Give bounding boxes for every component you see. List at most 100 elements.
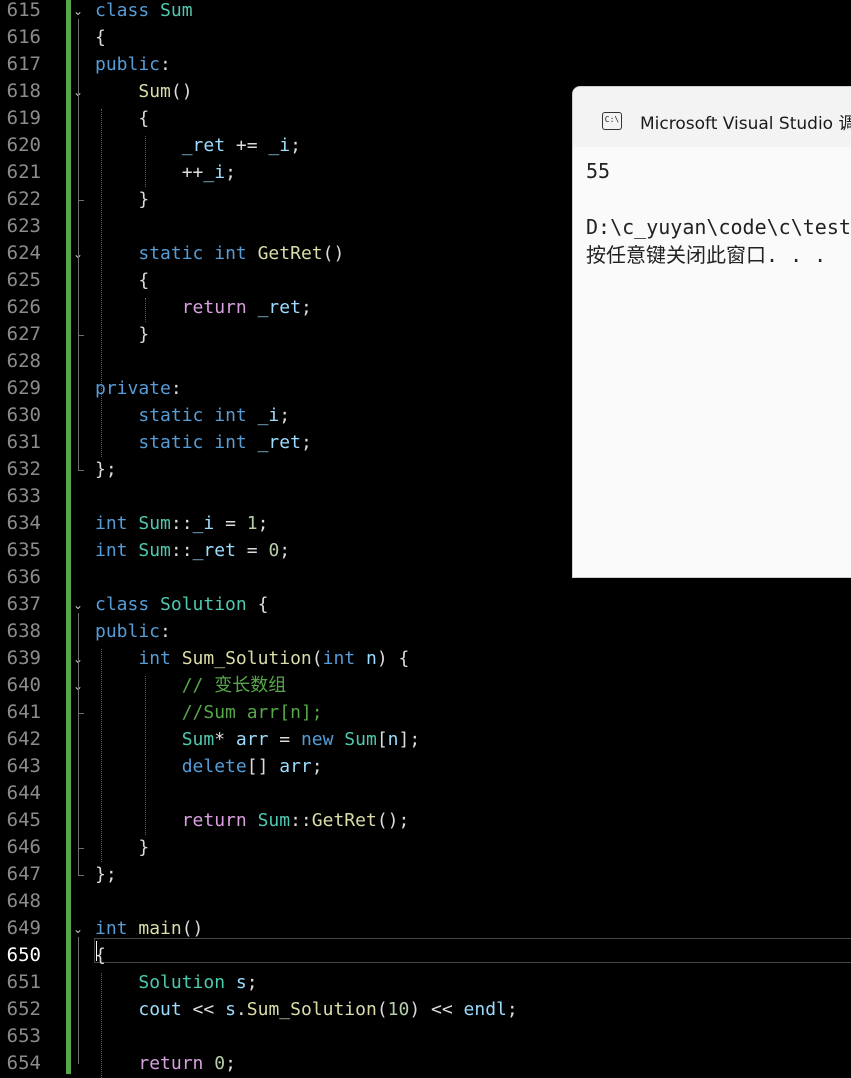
code-token: return xyxy=(181,297,247,318)
code-token: Sum_Solution xyxy=(246,999,377,1020)
debug-console-window[interactable]: C:\ Microsoft Visual Studio 调试控制台 55 D:\… xyxy=(572,86,851,578)
code-line[interactable]: int main() xyxy=(95,915,203,942)
code-line[interactable]: static int _ret; xyxy=(95,429,311,456)
console-output-area[interactable]: 55 D:\c_yuyan\code\c\test\x64\Debug\test… xyxy=(573,147,851,577)
console-output-line: 按任意键关闭此窗口. . . xyxy=(586,243,827,267)
code-token: Sum xyxy=(344,729,377,750)
line-number: 618 xyxy=(6,80,41,102)
line-number: 632 xyxy=(6,458,41,480)
console-title-bar[interactable]: C:\ Microsoft Visual Studio 调试控制台 xyxy=(573,87,851,147)
code-line[interactable]: static int _i; xyxy=(95,402,290,429)
code-token: += xyxy=(225,135,269,156)
fold-region-end xyxy=(78,848,84,849)
code-token: s xyxy=(225,999,236,1020)
code-line[interactable]: public: xyxy=(95,618,171,645)
code-line[interactable]: //Sum arr[n]; xyxy=(95,699,323,726)
code-token: Solution xyxy=(138,972,226,993)
console-window-icon: C:\ xyxy=(602,112,622,130)
code-line[interactable]: { xyxy=(95,105,149,132)
code-token: ; xyxy=(257,513,269,534)
code-line[interactable]: { xyxy=(95,24,106,51)
line-number: 636 xyxy=(6,566,41,588)
code-line[interactable]: cout << s.Sum_Solution(10) << endl; xyxy=(95,996,517,1023)
code-line[interactable]: return _ret; xyxy=(95,294,312,321)
line-number: 649 xyxy=(6,917,41,939)
code-line[interactable]: } xyxy=(95,186,149,213)
line-number: 653 xyxy=(6,1025,41,1047)
line-number: 654 xyxy=(6,1052,41,1074)
code-token: Sum_Solution xyxy=(181,648,312,669)
code-token: _ret xyxy=(257,432,301,453)
line-number: 622 xyxy=(6,188,41,210)
code-token: arr xyxy=(235,729,269,750)
code-token: { xyxy=(95,27,106,48)
code-line[interactable]: return Sum::GetRet(); xyxy=(95,807,410,834)
code-line[interactable]: Solution s; xyxy=(95,969,257,996)
code-line[interactable]: static int GetRet() xyxy=(95,240,344,267)
line-number: 631 xyxy=(6,431,41,453)
code-line[interactable]: public: xyxy=(95,51,171,78)
code-line[interactable]: } xyxy=(95,321,149,348)
code-line[interactable]: class Solution { xyxy=(95,591,268,618)
line-number: 644 xyxy=(6,782,41,804)
line-number: 623 xyxy=(6,215,41,237)
code-token: ( xyxy=(311,648,323,669)
code-token: _ret xyxy=(257,297,301,318)
code-token: private xyxy=(95,378,171,399)
code-line[interactable]: } xyxy=(95,834,149,861)
fold-region-line xyxy=(78,694,79,713)
line-number: 638 xyxy=(6,620,41,642)
code-token: new xyxy=(300,729,334,750)
code-line[interactable]: }; xyxy=(95,861,117,888)
collapse-chevron-icon[interactable]: ⌄ xyxy=(71,922,85,936)
code-token: () xyxy=(322,243,345,264)
line-number: 619 xyxy=(6,107,41,129)
code-token: arr xyxy=(279,756,312,777)
code-token: } xyxy=(95,837,150,858)
code-line[interactable]: int Sum::_i = 1; xyxy=(95,510,268,537)
code-line[interactable]: Sum* arr = new Sum[n]; xyxy=(95,726,420,753)
code-line[interactable]: return 0; xyxy=(95,1050,236,1077)
code-line[interactable]: private: xyxy=(95,375,182,402)
line-number: 645 xyxy=(6,809,41,831)
code-token: ) << xyxy=(409,999,464,1020)
collapse-chevron-icon[interactable]: ⌄ xyxy=(71,4,85,18)
code-token: { xyxy=(246,594,269,615)
line-number: 629 xyxy=(6,377,41,399)
fold-region-line xyxy=(78,19,79,470)
code-line[interactable]: int Sum::_ret = 0; xyxy=(95,537,290,564)
code-token: static xyxy=(138,405,204,426)
line-number: 627 xyxy=(6,323,41,345)
code-line[interactable]: _ret += _i; xyxy=(95,132,301,159)
code-token: endl xyxy=(463,999,507,1020)
code-token: ++ xyxy=(95,162,204,183)
collapse-chevron-icon[interactable]: ⌄ xyxy=(71,598,85,612)
code-line[interactable]: Sum() xyxy=(95,78,192,105)
code-line[interactable]: ++_i; xyxy=(95,159,236,186)
line-number: 635 xyxy=(6,539,41,561)
code-token: main xyxy=(138,918,182,939)
code-line[interactable]: class Sum xyxy=(95,0,193,24)
code-token: public xyxy=(95,621,161,642)
code-token: return xyxy=(181,810,247,831)
code-line[interactable]: // 变长数组 xyxy=(95,672,287,699)
fold-region-end xyxy=(78,470,84,471)
code-line[interactable]: }; xyxy=(95,456,117,483)
code-token: Sum xyxy=(257,810,291,831)
code-line[interactable]: delete[] arr; xyxy=(95,753,323,780)
code-line[interactable]: int Sum_Solution(int n) { xyxy=(95,645,409,672)
code-token: return xyxy=(138,1053,204,1074)
code-line[interactable]: { xyxy=(95,267,149,294)
line-number: 625 xyxy=(6,269,41,291)
